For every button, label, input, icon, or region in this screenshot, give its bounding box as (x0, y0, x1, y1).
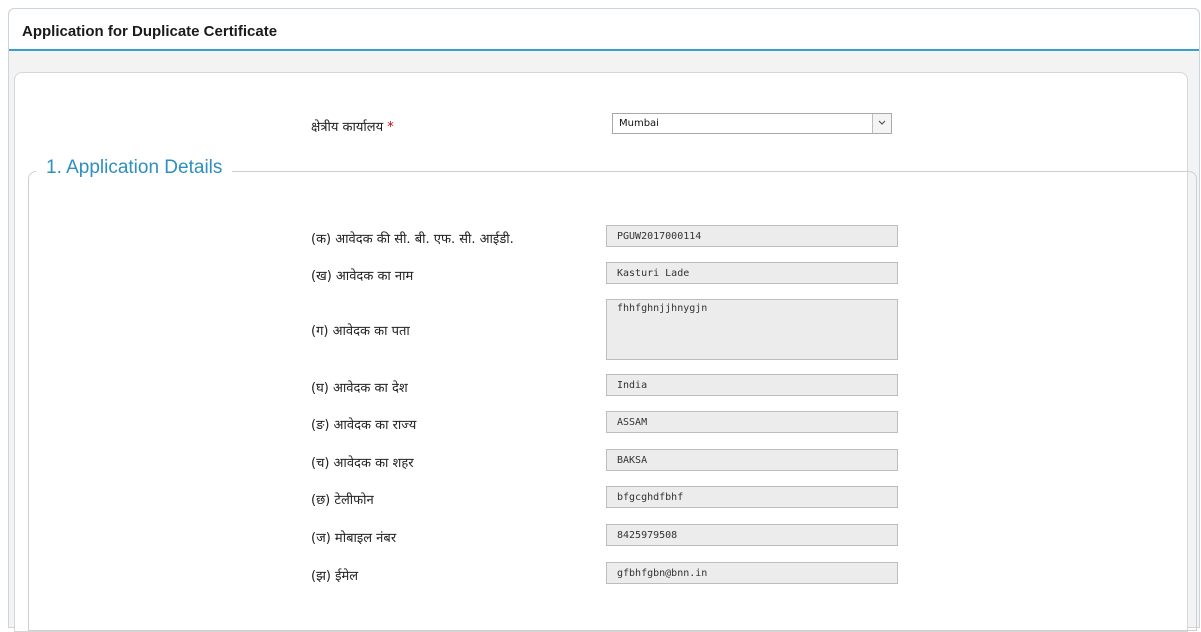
applicant-name-field[interactable]: Kasturi Lade (606, 262, 898, 284)
applicant-address-field[interactable]: fhhfghnjjhnygjn (606, 299, 898, 360)
regional-office-select[interactable]: Mumbai (612, 113, 892, 134)
telephone-label: (छ) टेलीफोन (311, 493, 374, 508)
applicant-name-label: (ख) आवेदक का नाम (311, 269, 414, 284)
applicant-country-label: (घ) आवेदक का देश (311, 381, 408, 396)
applicant-city-field[interactable]: BAKSA (606, 449, 898, 471)
applicant-state-field[interactable]: ASSAM (606, 411, 898, 433)
email-label: (झ) ईमेल (311, 569, 359, 584)
applicant-state-label: (ङ) आवेदक का राज्य (311, 418, 417, 433)
email-field[interactable]: gfbhfgbn@bnn.in (606, 562, 898, 584)
applicant-country-field[interactable]: India (606, 374, 898, 396)
telephone-field[interactable]: bfgcghdfbhf (606, 486, 898, 508)
mobile-number-label: (ज) मोबाइल नंबर (311, 531, 397, 546)
cbfc-id-label: (क) आवेदक की सी. बी. एफ. सी. आईडी. (311, 232, 514, 247)
dropdown-toggle[interactable] (872, 114, 891, 133)
required-asterisk: * (387, 120, 394, 135)
panel-header: Application for Duplicate Certificate (9, 9, 1199, 51)
regional-office-label-text: क्षेत्रीय कार्यालय (311, 120, 384, 135)
mobile-number-field[interactable]: 8425979508 (606, 524, 898, 546)
section-legend: 1. Application Details (36, 157, 233, 179)
regional-office-selected-value: Mumbai (619, 118, 659, 129)
cbfc-id-field[interactable]: PGUW2017000114 (606, 225, 898, 247)
applicant-address-label: (ग) आवेदक का पता (311, 324, 410, 339)
applicant-city-label: (च) आवेदक का शहर (311, 456, 414, 471)
chevron-down-icon (878, 120, 886, 125)
regional-office-label: क्षेत्रीय कार्यालय * (311, 117, 394, 135)
page-title: Application for Duplicate Certificate (22, 23, 278, 40)
